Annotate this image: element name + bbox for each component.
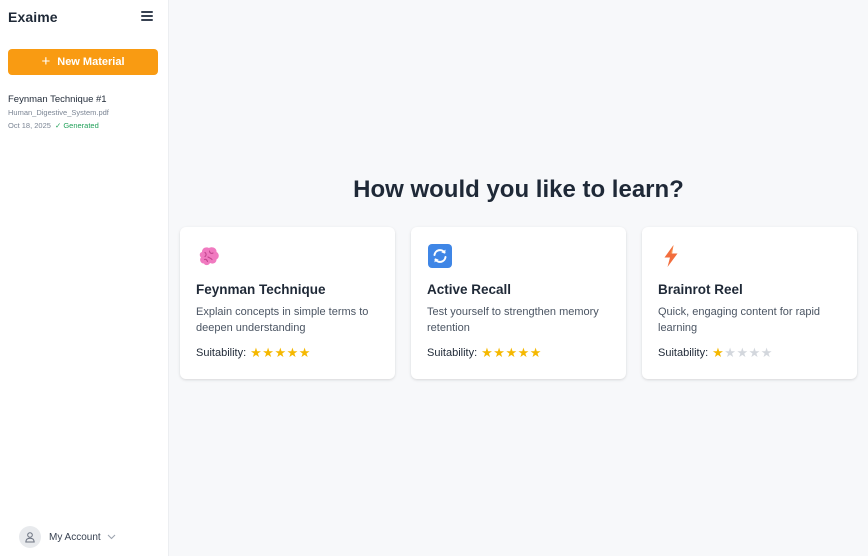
star-empty-icon: ★ <box>748 345 761 360</box>
card-description: Test yourself to strengthen memory reten… <box>427 306 599 334</box>
chevron-down-icon <box>107 534 116 540</box>
learning-method-card-active-recall[interactable]: Active Recall Test yourself to strengthe… <box>411 227 626 379</box>
card-description: Explain concepts in simple terms to deep… <box>196 306 369 334</box>
star-empty-icon: ★ <box>724 345 736 360</box>
star-filled-icon: ★ <box>481 345 493 360</box>
user-avatar-icon <box>19 526 41 548</box>
material-file-name: Human_Digestive_System.pdf <box>8 108 109 117</box>
material-title: Feynman Technique #1 <box>8 94 107 105</box>
suitability-rating: Suitability: ★ ★ ★ ★ ★ <box>196 346 311 359</box>
refresh-icon <box>428 244 452 268</box>
material-list-item[interactable]: Feynman Technique #1 Human_Digestive_Sys… <box>8 93 160 132</box>
material-status-badge: ✓ Generated <box>54 121 99 130</box>
material-date: Oct 18, 2025 <box>8 121 51 130</box>
learning-method-card-feynman[interactable]: Feynman Technique Explain concepts in si… <box>180 227 395 379</box>
new-material-label: New Material <box>57 56 125 68</box>
card-title: Active Recall <box>427 282 512 297</box>
star-filled-icon: ★ <box>505 345 518 360</box>
suitability-label: Suitability: <box>658 346 709 359</box>
star-filled-icon: ★ <box>274 345 287 360</box>
card-description: Quick, engaging content for rapid learni… <box>658 306 821 334</box>
star-filled-icon: ★ <box>298 345 311 360</box>
star-rating: ★ ★ ★ ★ ★ <box>481 346 542 359</box>
lightning-icon <box>664 245 678 267</box>
suitability-rating: Suitability: ★ ★ ★ ★ ★ <box>427 346 542 359</box>
app-title: Exaime <box>8 9 58 25</box>
star-rating: ★ ★ ★ ★ ★ <box>250 346 311 359</box>
star-empty-icon: ★ <box>736 345 749 360</box>
card-title: Feynman Technique <box>196 282 326 297</box>
star-filled-icon: ★ <box>262 345 274 360</box>
suitability-label: Suitability: <box>427 346 478 359</box>
learning-method-card-brainrot[interactable]: Brainrot Reel Quick, engaging content fo… <box>642 227 857 379</box>
new-material-button[interactable]: + New Material <box>8 49 158 75</box>
suitability-label: Suitability: <box>196 346 247 359</box>
suitability-rating: Suitability: ★ ★ ★ ★ ★ <box>658 346 773 359</box>
star-filled-icon: ★ <box>712 345 724 360</box>
plus-icon: + <box>41 53 51 70</box>
star-filled-icon: ★ <box>517 345 530 360</box>
star-empty-icon: ★ <box>760 345 773 360</box>
sidebar: Exaime + New Material Feynman Technique … <box>0 0 169 556</box>
brain-icon <box>199 247 219 266</box>
star-filled-icon: ★ <box>286 345 299 360</box>
star-filled-icon: ★ <box>529 345 542 360</box>
card-title: Brainrot Reel <box>658 282 743 297</box>
page-title: How would you like to learn? <box>353 176 684 203</box>
account-label: My Account <box>49 531 101 543</box>
star-filled-icon: ★ <box>493 345 505 360</box>
account-menu-button[interactable]: My Account <box>19 526 116 548</box>
star-rating: ★ ★ ★ ★ ★ <box>712 346 773 359</box>
menu-toggle-icon[interactable] <box>140 10 154 22</box>
star-filled-icon: ★ <box>250 345 262 360</box>
